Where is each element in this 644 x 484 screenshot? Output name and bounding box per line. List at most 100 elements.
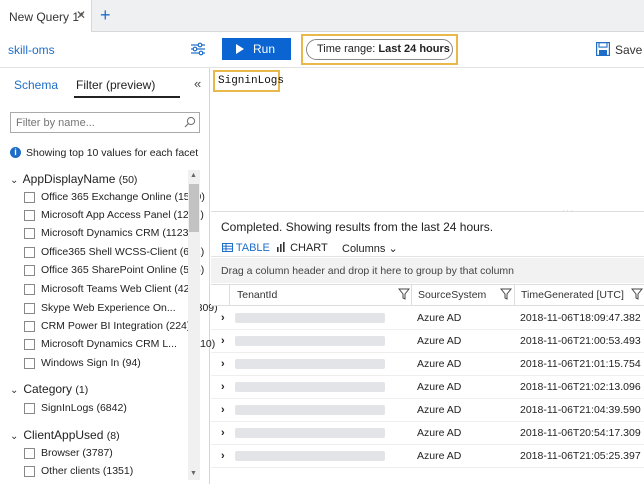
play-icon: [236, 44, 244, 54]
column-separator: [514, 284, 515, 306]
checkbox[interactable]: [24, 339, 35, 350]
tab-filter[interactable]: Filter (preview): [76, 78, 155, 92]
checkbox[interactable]: [24, 210, 35, 221]
facet-item-label: Microsoft Teams Web Client (423): [41, 283, 199, 295]
expand-row-icon[interactable]: ›: [221, 450, 225, 462]
table-row[interactable]: › Azure AD 2018-11-06T21:00:53.493: [211, 330, 644, 353]
add-tab-button[interactable]: +: [100, 5, 111, 26]
facet-count: (50): [118, 174, 138, 186]
redacted-tenant-id: [235, 336, 385, 346]
facet-item-label: Other clients (1351): [41, 465, 134, 477]
checkbox[interactable]: [24, 247, 35, 258]
column-header-tenantid[interactable]: TenantId: [237, 289, 277, 301]
filter-input[interactable]: [10, 112, 200, 133]
redacted-tenant-id: [235, 359, 385, 369]
checkbox[interactable]: [24, 466, 35, 477]
collapse-panel-icon[interactable]: «: [194, 76, 201, 91]
facet-count: (1): [75, 384, 89, 396]
cell-time-generated: 2018-11-06T21:04:39.590: [520, 404, 641, 416]
cell-source-system: Azure AD: [417, 450, 462, 462]
resize-handle-icon[interactable]: ...: [562, 203, 574, 215]
settings-sliders-icon[interactable]: [190, 41, 206, 57]
group-hint: Drag a column header and drop it here to…: [221, 265, 515, 277]
columns-dropdown[interactable]: Columns ⌄: [342, 242, 398, 255]
table-row[interactable]: › Azure AD 2018-11-06T20:54:17.309: [211, 422, 644, 445]
cell-source-system: Azure AD: [417, 335, 462, 347]
redacted-tenant-id: [235, 405, 385, 415]
info-text: Showing top 10 values for each facet: [26, 147, 199, 159]
column-header-sourcesystem[interactable]: SourceSystem: [418, 289, 486, 301]
save-icon[interactable]: [596, 42, 610, 56]
checkbox[interactable]: [24, 358, 35, 369]
redacted-tenant-id: [235, 313, 385, 323]
chevron-down-icon: ⌄: [10, 175, 19, 186]
facet-appdisplayname[interactable]: ⌄ AppDisplayName (50): [10, 172, 137, 186]
info-icon: i: [10, 147, 21, 158]
cell-time-generated: 2018-11-06T21:00:53.493: [520, 335, 641, 347]
table-row[interactable]: › Azure AD 2018-11-06T21:05:25.397: [211, 445, 644, 468]
facet-category[interactable]: ⌄ Category (1): [10, 382, 88, 396]
checkbox[interactable]: [24, 403, 35, 414]
cell-source-system: Azure AD: [417, 358, 462, 370]
tab-schema[interactable]: Schema: [14, 78, 58, 92]
scroll-down-icon[interactable]: ▼: [190, 470, 197, 477]
facet-item-label: Microsoft App Access Panel (1231): [41, 209, 204, 221]
search-icon: [184, 116, 196, 128]
checkbox[interactable]: [24, 448, 35, 459]
tab-chart-label: CHART: [290, 242, 328, 254]
column-separator: [411, 284, 412, 306]
column-header-timegenerated[interactable]: TimeGenerated [UTC]: [521, 289, 624, 301]
cell-time-generated: 2018-11-06T21:02:13.096: [520, 381, 641, 393]
table-row[interactable]: › Azure AD 2018-11-06T21:02:13.096: [211, 376, 644, 399]
checkbox[interactable]: [24, 265, 35, 276]
tab-table[interactable]: TABLE: [222, 242, 270, 254]
cell-time-generated: 2018-11-06T20:54:17.309: [520, 427, 641, 439]
save-button[interactable]: Save: [615, 43, 642, 57]
workspace-link[interactable]: skill-oms: [8, 43, 55, 57]
chevron-down-icon: ⌄: [10, 385, 19, 396]
filter-funnel-icon[interactable]: [398, 288, 410, 300]
facet-clientappused[interactable]: ⌄ ClientAppUsed (8): [10, 428, 120, 442]
filter-funnel-icon[interactable]: [631, 288, 643, 300]
tab-chart[interactable]: CHART: [276, 242, 328, 254]
close-icon[interactable]: ✕: [76, 8, 86, 22]
table-row[interactable]: › Azure AD 2018-11-06T21:01:15.754: [211, 353, 644, 376]
expand-row-icon[interactable]: ›: [221, 404, 225, 416]
checkbox[interactable]: [24, 284, 35, 295]
checkbox[interactable]: [24, 303, 35, 314]
table-row[interactable]: › Azure AD 2018-11-06T21:04:39.590: [211, 399, 644, 422]
run-button[interactable]: Run: [222, 38, 291, 60]
expand-row-icon[interactable]: ›: [221, 358, 225, 370]
expand-row-icon[interactable]: ›: [221, 312, 225, 324]
checkbox[interactable]: [24, 192, 35, 203]
time-range-value: Last 24 hours: [378, 43, 450, 55]
editor-results-splitter[interactable]: [211, 211, 644, 212]
redacted-tenant-id: [235, 428, 385, 438]
checkbox[interactable]: [24, 321, 35, 332]
cell-source-system: Azure AD: [417, 381, 462, 393]
table-icon: [222, 243, 233, 252]
table-row[interactable]: › Azure AD 2018-11-06T18:09:47.382: [211, 307, 644, 330]
query-editor[interactable]: SigninLogs: [218, 75, 284, 87]
facet-item-label: SignInLogs (6842): [41, 402, 127, 414]
time-range-label: Time range:: [317, 43, 376, 55]
facet-item-label: Office 365 Exchange Online (1519): [41, 191, 205, 203]
facet-item-label: Microsoft Dynamics CRM (1123): [41, 227, 192, 239]
time-range-picker[interactable]: Time range: Last 24 hours: [306, 39, 453, 60]
chevron-down-icon: ⌄: [10, 431, 19, 442]
bar-chart-icon: [277, 242, 285, 252]
scrollbar-thumb[interactable]: [189, 184, 199, 232]
filter-funnel-icon[interactable]: [500, 288, 512, 300]
facet-item-label: Office 365 SharePoint Online (545): [41, 264, 205, 276]
column-separator: [229, 284, 230, 306]
expand-row-icon[interactable]: ›: [221, 335, 225, 347]
facet-item-label: Browser (3787): [41, 447, 113, 459]
cell-time-generated: 2018-11-06T21:01:15.754: [520, 358, 641, 370]
expand-row-icon[interactable]: ›: [221, 381, 225, 393]
checkbox[interactable]: [24, 228, 35, 239]
active-tab-indicator: [74, 96, 180, 98]
expand-row-icon[interactable]: ›: [221, 427, 225, 439]
scroll-up-icon[interactable]: ▲: [190, 172, 197, 179]
facet-item-label: CRM Power BI Integration (224): [41, 320, 191, 332]
tab-new-query[interactable]: New Query 1* ✕: [0, 0, 92, 32]
